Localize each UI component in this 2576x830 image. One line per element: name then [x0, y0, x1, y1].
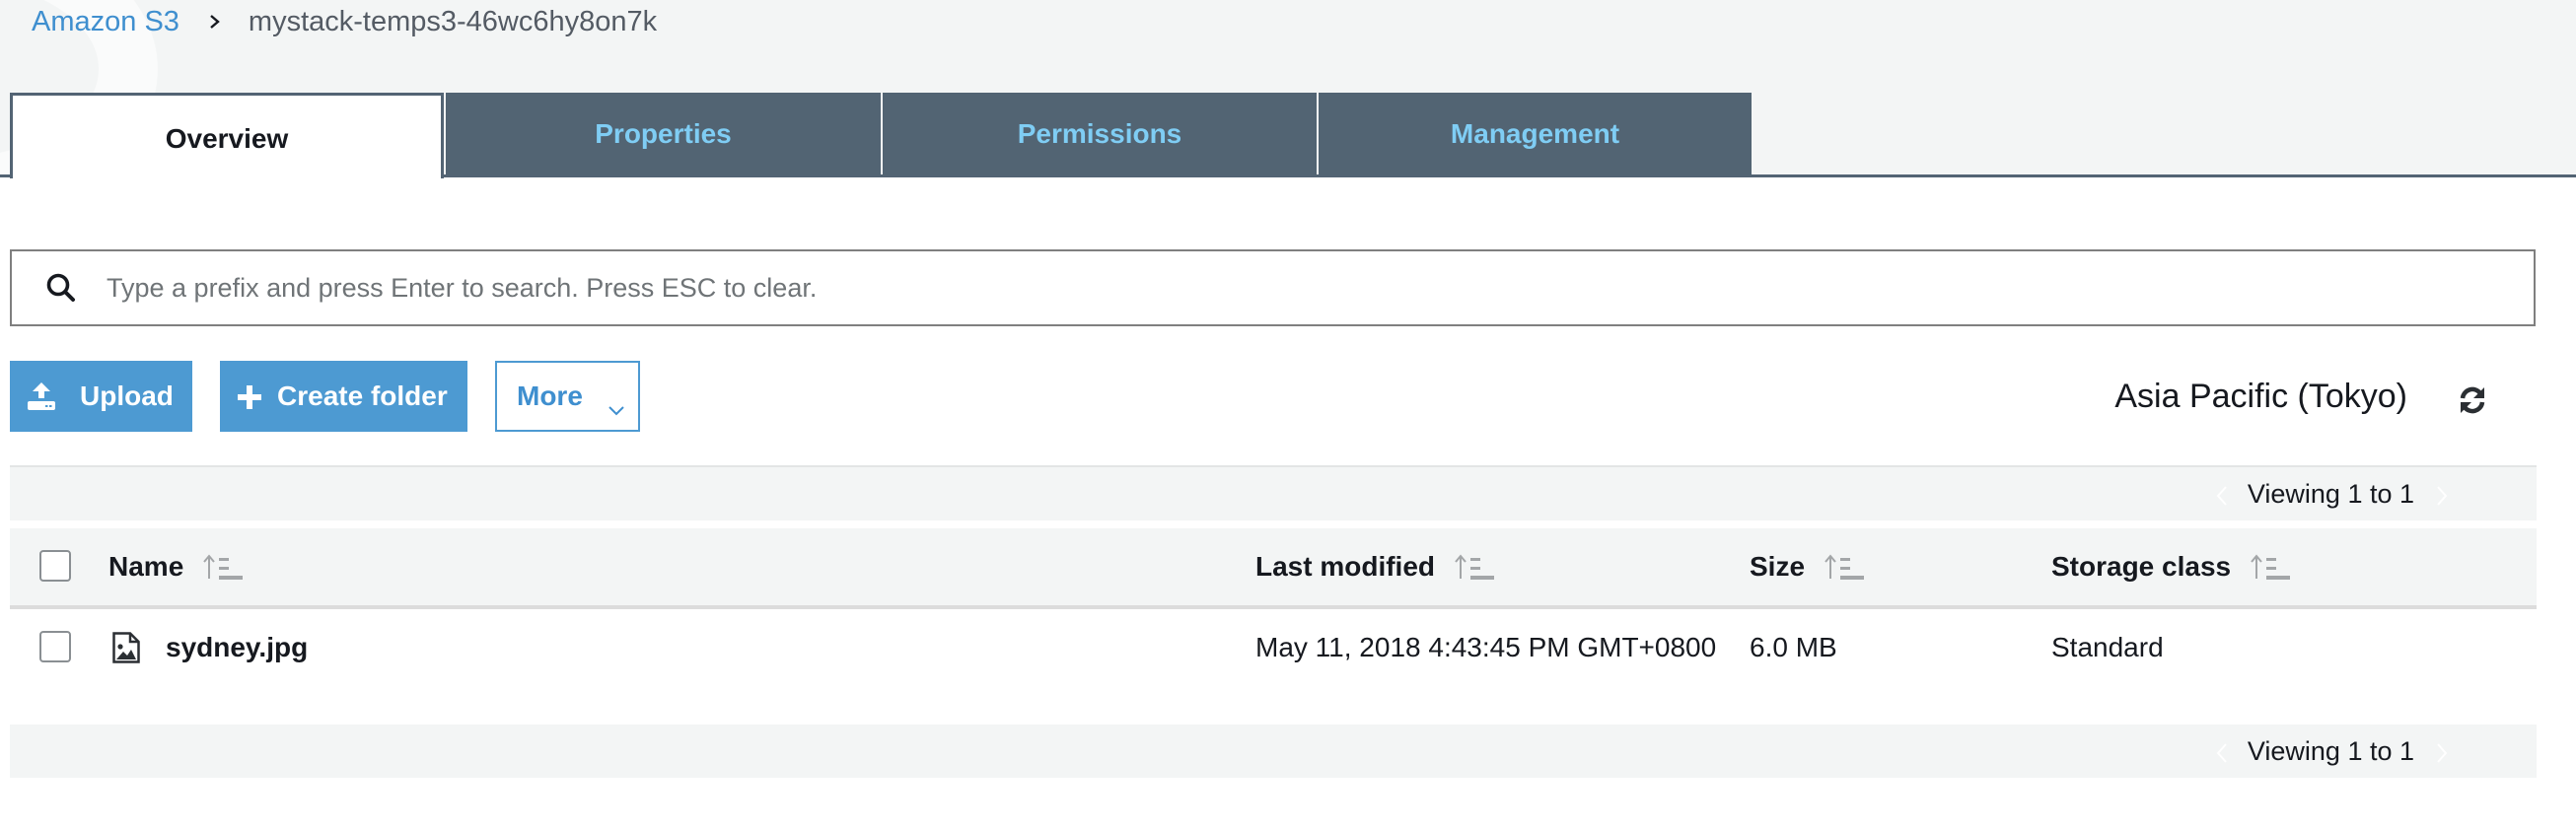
pagination-bar-top: Viewing 1 to 1: [10, 465, 2537, 520]
more-label: More: [517, 380, 583, 411]
chevron-left-icon[interactable]: [2216, 483, 2228, 506]
pagination-top: Viewing 1 to 1: [2216, 467, 2448, 520]
sort-ascending-icon[interactable]: [203, 553, 245, 581]
column-label: Last modified: [1255, 551, 1436, 582]
search-icon: [45, 272, 77, 304]
cell-name: sydney.jpg: [112, 609, 308, 686]
chevron-right-icon[interactable]: [2436, 483, 2448, 506]
upload-icon: [27, 381, 56, 411]
search-input[interactable]: [107, 258, 2534, 317]
table-header: Name Last modified Size Storage class: [10, 528, 2537, 609]
create-folder-button[interactable]: Create folder: [220, 361, 467, 432]
column-header-last-modified[interactable]: Last modified: [1255, 528, 1496, 605]
pagination-bar-bottom: Viewing 1 to 1: [10, 725, 2537, 778]
sort-ascending-icon[interactable]: [1825, 553, 1866, 581]
column-label: Name: [108, 551, 184, 582]
column-header-size[interactable]: Size: [1750, 528, 1866, 605]
tab-management[interactable]: Management: [1319, 93, 1752, 175]
cell-last-modified: May 11, 2018 4:43:45 PM GMT+0800: [1255, 632, 1717, 662]
column-label: Size: [1750, 551, 1806, 582]
tab-label: Management: [1450, 118, 1620, 149]
image-file-icon: [112, 632, 140, 663]
pagination-status: Viewing 1 to 1: [2247, 735, 2414, 766]
breadcrumb-amazon-s3-link[interactable]: Amazon S3: [32, 6, 179, 38]
upload-label: Upload: [80, 380, 174, 411]
tab-properties[interactable]: Properties: [446, 93, 881, 175]
breadcrumb: Amazon S3 mystack-temps3-46wc6hy8on7k: [32, 2, 657, 41]
tab-label: Properties: [595, 118, 732, 149]
column-header-storage-class[interactable]: Storage class: [2051, 528, 2292, 605]
chevron-right-icon[interactable]: [2436, 740, 2448, 763]
pagination-bottom: Viewing 1 to 1: [2216, 725, 2448, 778]
breadcrumb-bucket-name: mystack-temps3-46wc6hy8on7k: [248, 5, 658, 37]
cell-size: 6.0 MB: [1750, 632, 1837, 662]
row-select-checkbox[interactable]: [39, 631, 71, 662]
pagination-status: Viewing 1 to 1: [2247, 478, 2414, 509]
more-dropdown-button[interactable]: More: [495, 361, 640, 432]
sort-ascending-icon[interactable]: [1455, 553, 1496, 581]
sort-ascending-icon[interactable]: [2251, 553, 2292, 581]
region-label: Asia Pacific (Tokyo): [2114, 377, 2407, 415]
column-header-name[interactable]: Name: [108, 528, 245, 605]
refresh-icon[interactable]: [2457, 384, 2488, 416]
tab-overview[interactable]: Overview: [10, 93, 444, 178]
object-name-link[interactable]: sydney.jpg: [166, 632, 308, 663]
chevron-left-icon[interactable]: [2216, 740, 2228, 763]
tab-permissions[interactable]: Permissions: [883, 93, 1317, 175]
cell-storage-class: Standard: [2051, 632, 2164, 662]
search-bar: [10, 249, 2536, 326]
tab-label: Permissions: [1017, 118, 1182, 149]
chevron-right-icon: [209, 2, 221, 41]
column-label: Storage class: [2051, 551, 2232, 582]
chevron-down-icon: [608, 391, 624, 416]
table-row: sydney.jpg May 11, 2018 4:43:45 PM GMT+0…: [10, 609, 2537, 686]
upload-button[interactable]: Upload: [10, 361, 192, 432]
select-all-checkbox[interactable]: [39, 550, 71, 582]
create-folder-label: Create folder: [277, 380, 448, 411]
tab-label: Overview: [165, 122, 289, 154]
plus-icon: [238, 384, 261, 409]
